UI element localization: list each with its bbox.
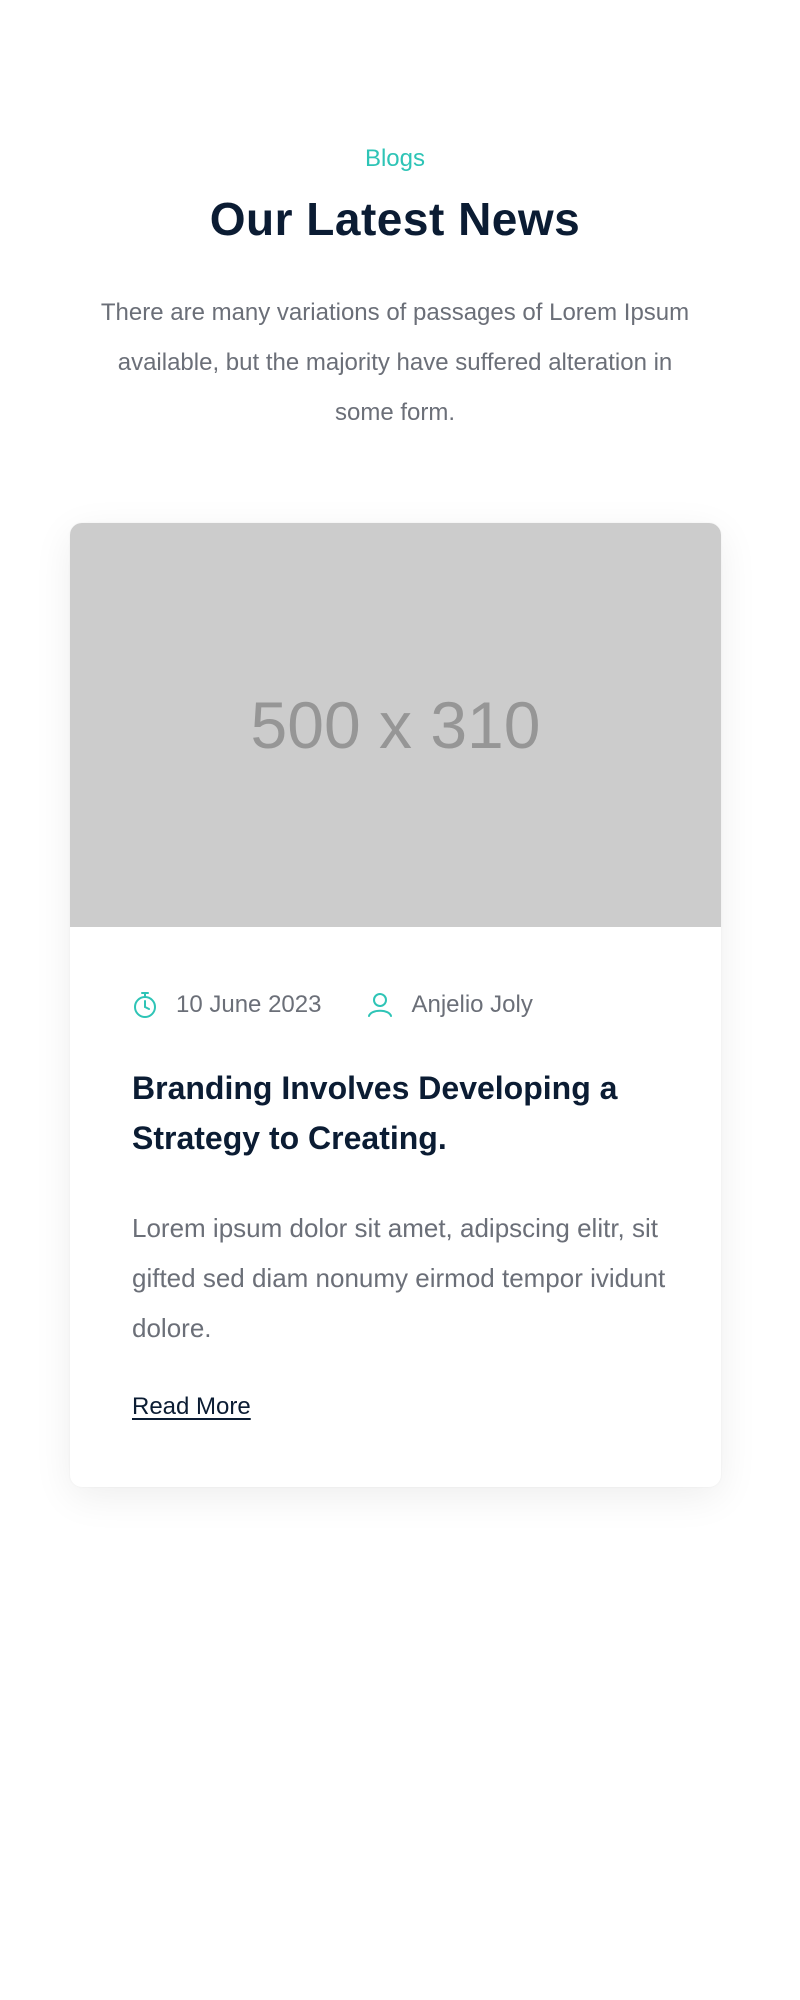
blog-card-excerpt: Lorem ipsum dolor sit amet, adipscing el… [132,1213,666,1343]
image-placeholder-label: 500 x 310 [250,688,541,762]
user-icon [367,991,393,1019]
section-eyebrow: Blogs [364,145,426,172]
blog-card-meta: 10 June 2023 Anjelio Joly [132,991,533,1019]
post-author[interactable]: Anjelio Joly [367,991,533,1019]
post-date-text: 10 June 2023 [176,991,322,1018]
read-more-link[interactable]: Read More [132,1393,251,1421]
post-author-text: Anjelio Joly [411,991,533,1018]
blog-section: Blogs Our Latest News There are many var… [0,0,800,2000]
blog-card-title[interactable]: Branding Involves Developing a Strategy … [132,1063,692,1163]
section-description: There are many variations of passages of… [100,299,690,426]
blog-card-image[interactable]: 500 x 310 [70,523,721,927]
section-title: Our Latest News [209,193,581,245]
post-date: 10 June 2023 [132,991,321,1019]
stopwatch-icon [132,991,158,1019]
blog-card: 500 x 310 10 June 2023 Anjelio Joly Bran… [70,523,721,1487]
